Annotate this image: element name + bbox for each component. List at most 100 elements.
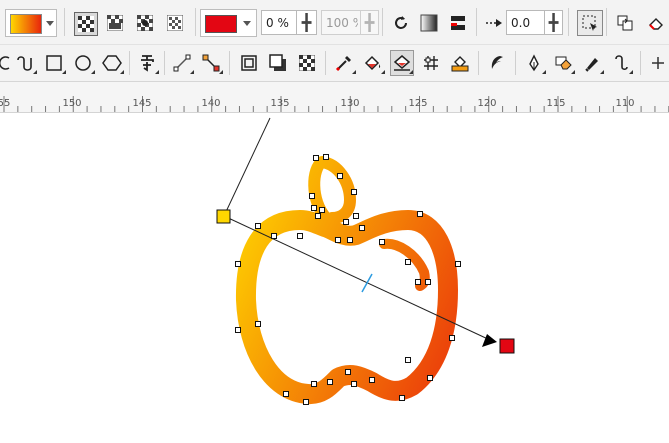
transparency-spinner[interactable]: ╋	[297, 10, 317, 35]
frame-icon[interactable]	[237, 50, 261, 76]
line-icon[interactable]	[170, 50, 194, 76]
apple-body[interactable]	[235, 210, 458, 405]
node-point[interactable]	[369, 377, 375, 383]
node-point[interactable]	[359, 225, 365, 231]
gradient-icon[interactable]	[418, 12, 440, 34]
opacity-value-field[interactable]	[321, 10, 361, 35]
node-point[interactable]	[309, 193, 315, 199]
node-point[interactable]	[425, 279, 431, 285]
node-point[interactable]	[427, 375, 433, 381]
node-point[interactable]	[235, 327, 241, 333]
checker-radial-icon[interactable]	[134, 12, 156, 34]
node-point[interactable]	[405, 259, 411, 265]
ruler-label: 130	[340, 98, 360, 109]
node-point[interactable]	[353, 213, 359, 219]
spiral-icon[interactable]	[0, 50, 10, 76]
ruler-label: 55	[0, 98, 11, 109]
eyedropper-icon[interactable]	[332, 50, 356, 76]
connector-icon[interactable]	[199, 50, 223, 76]
fill-bucket-icon[interactable]	[361, 50, 385, 76]
align-icon[interactable]	[447, 12, 469, 34]
checker-linear-icon[interactable]	[104, 12, 126, 34]
checker-pattern-icon[interactable]	[164, 12, 186, 34]
fill-swatch	[10, 14, 42, 34]
ruler-label: 115	[546, 98, 566, 109]
node-point[interactable]	[255, 321, 261, 327]
ellipse-icon[interactable]	[71, 50, 95, 76]
node-point[interactable]	[337, 173, 343, 179]
node-point[interactable]	[303, 399, 309, 405]
node-point[interactable]	[255, 223, 261, 229]
gradient-midpoint-handle[interactable]	[361, 273, 373, 293]
transparency-value-field[interactable]	[261, 10, 297, 35]
color-swatch	[205, 15, 237, 33]
erase-icon[interactable]	[645, 12, 667, 34]
node-point[interactable]	[399, 395, 405, 401]
node-point[interactable]	[351, 189, 357, 195]
node-point[interactable]	[379, 239, 385, 245]
node-point[interactable]	[335, 237, 341, 243]
horizontal-ruler: 55 150 145 140 135 130 125 120 115 110	[0, 82, 669, 113]
node-point[interactable]	[405, 357, 411, 363]
ruler-label: 110	[615, 98, 635, 109]
node-point[interactable]	[323, 154, 329, 160]
add-icon[interactable]	[648, 50, 668, 76]
node-point[interactable]	[319, 207, 325, 213]
node-point[interactable]	[343, 219, 349, 225]
node-point[interactable]	[449, 335, 455, 341]
node-point[interactable]	[313, 155, 319, 161]
ruler-label: 140	[201, 98, 221, 109]
opacity-spinner[interactable]: ╋	[361, 10, 379, 35]
pen-icon[interactable]	[522, 50, 546, 76]
offset-value-field[interactable]	[506, 10, 545, 35]
apple-shape[interactable]	[235, 156, 458, 405]
transparency-icon[interactable]	[295, 50, 319, 76]
node-point[interactable]	[297, 233, 303, 239]
chevron-down-icon[interactable]	[46, 21, 54, 26]
node-point[interactable]	[283, 391, 289, 397]
rectangle-icon[interactable]	[42, 50, 66, 76]
gradient-start-node[interactable]	[216, 209, 231, 224]
arrow-offset-icon	[484, 12, 504, 34]
ruler-label: 150	[62, 98, 82, 109]
select-icon[interactable]	[577, 10, 603, 36]
ruler-label: 125	[408, 98, 428, 109]
spiral-icon[interactable]	[13, 50, 37, 76]
gradient-arrowhead-icon	[482, 334, 497, 347]
shadow-icon[interactable]	[266, 50, 290, 76]
transparency-color-picker[interactable]	[200, 9, 257, 37]
mesh-icon[interactable]	[419, 50, 443, 76]
smart-fill-icon[interactable]	[448, 50, 472, 76]
node-point[interactable]	[311, 205, 317, 211]
checker-uniform-icon[interactable]	[74, 12, 98, 36]
text-icon[interactable]	[135, 50, 159, 76]
fill-picker[interactable]	[5, 9, 57, 37]
smudge-icon[interactable]	[580, 50, 604, 76]
eraser-icon[interactable]	[551, 50, 575, 76]
property-bar: ╋ ╋ ╋	[0, 0, 669, 45]
gradient-handle-line	[223, 117, 271, 217]
gradient-end-node[interactable]	[499, 338, 515, 354]
chevron-down-icon[interactable]	[243, 21, 251, 26]
polygon-icon[interactable]	[100, 50, 124, 76]
interactive-fill-icon[interactable]	[390, 50, 414, 76]
node-point[interactable]	[455, 261, 461, 267]
node-point[interactable]	[315, 213, 321, 219]
spiral-icon[interactable]	[609, 50, 633, 76]
node-point[interactable]	[345, 369, 351, 375]
node-point[interactable]	[311, 381, 317, 387]
offset-spinner[interactable]: ╋	[545, 10, 563, 35]
node-point[interactable]	[417, 211, 423, 217]
refresh-icon[interactable]	[390, 12, 412, 34]
node-point[interactable]	[347, 237, 353, 243]
drawing-canvas[interactable]	[0, 113, 669, 443]
node-point[interactable]	[327, 379, 333, 385]
toolbox-bar	[0, 45, 669, 82]
copy-properties-icon[interactable]	[614, 12, 636, 34]
node-point[interactable]	[415, 279, 421, 285]
artistic-media-icon[interactable]	[485, 50, 509, 76]
node-point[interactable]	[271, 233, 277, 239]
node-point[interactable]	[235, 261, 241, 267]
node-point[interactable]	[351, 381, 357, 387]
ruler-label: 120	[477, 98, 497, 109]
